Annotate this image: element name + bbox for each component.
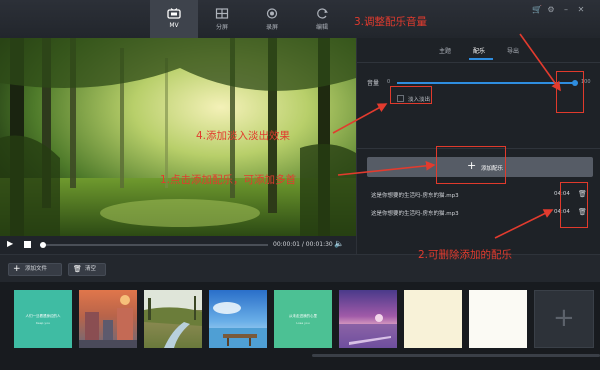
progress-handle[interactable] <box>40 242 46 248</box>
media-strip: 人们一旦看透身边的人 Keep you 从未走进我的心里 Lose you + <box>0 282 600 370</box>
title-bar: MV 分屏 录屏 编辑 🛒 ⚙ – ✕ <box>0 0 600 38</box>
tab-split-screen-label: 分屏 <box>215 24 228 31</box>
media-thumbnail[interactable] <box>339 290 397 348</box>
river-photo <box>144 290 202 348</box>
volume-label: 音量 <box>367 80 380 87</box>
tab-mv-label: MV <box>169 22 179 29</box>
volume-min: 0 <box>387 79 391 85</box>
track-name: 这是你想要的生活吗-房东的猫.mp3 <box>371 211 459 217</box>
time-readout: 00:00:01 / 00:01:30 <box>273 241 333 248</box>
add-media-tile[interactable]: + <box>534 290 594 348</box>
settings-icon[interactable]: ⚙ <box>546 5 556 14</box>
plus-icon: + <box>13 264 21 274</box>
annotation-add-music: 1.点击添加配乐，可添加多首 <box>160 174 297 186</box>
add-file-label: 添加文件 <box>25 266 48 272</box>
video-preview[interactable] <box>0 38 356 236</box>
tab-mv[interactable]: MV <box>150 0 198 38</box>
clear-button[interactable]: 🗑 清空 <box>68 263 106 276</box>
media-thumbnail[interactable] <box>209 290 267 348</box>
tab-export[interactable]: 导出 <box>507 46 519 55</box>
annotation-delete: 2.可删除添加的配乐 <box>418 249 513 261</box>
tab-edit-label: 编辑 <box>315 24 328 31</box>
tab-edit[interactable]: 编辑 <box>298 0 346 38</box>
annotation-volume: 3.调整配乐音量 <box>354 16 428 28</box>
progress-track[interactable] <box>40 242 268 248</box>
tab-record-screen[interactable]: 录屏 <box>248 0 296 38</box>
track-name: 这是你想要的生活吗-房东的猫.mp3 <box>371 193 459 199</box>
thumbnail-caption: 从未走进我的心里 <box>289 314 317 318</box>
purple-sunset-photo <box>339 314 397 348</box>
tab-theme[interactable]: 主题 <box>439 46 451 55</box>
tab-music[interactable]: 配乐 <box>473 46 485 55</box>
plus-icon: + <box>553 303 575 333</box>
media-thumbnail[interactable]: 从未走进我的心里 Lose you <box>274 290 332 348</box>
media-thumbnail[interactable]: 人们一旦看透身边的人 Keep you <box>14 290 72 348</box>
annotation-fade: 4.添加淡入淡出效果 <box>196 130 291 142</box>
volume-icon[interactable]: 🔈 <box>334 239 344 248</box>
play-icon[interactable]: ▶ <box>7 239 13 248</box>
add-file-button[interactable]: + 添加文件 <box>8 263 62 276</box>
minimize-icon[interactable]: – <box>561 5 571 14</box>
pier-photo <box>209 302 267 348</box>
media-thumbnail[interactable] <box>144 290 202 348</box>
strip-scrollbar[interactable] <box>312 354 600 357</box>
tab-divider <box>357 62 600 63</box>
trash-icon: 🗑 <box>73 265 82 273</box>
close-icon[interactable]: ✕ <box>576 5 586 14</box>
cart-icon[interactable]: 🛒 <box>532 5 542 14</box>
volume-slider-track[interactable] <box>397 82 575 84</box>
town-illustration <box>79 295 137 348</box>
player-controls: ▶ 00:00:01 / 00:01:30 🔈 <box>0 236 356 254</box>
split-screen-icon <box>215 8 229 19</box>
tab-record-screen-label: 录屏 <box>265 24 278 31</box>
stop-icon[interactable] <box>24 241 31 248</box>
refresh-edit-icon <box>317 8 328 19</box>
active-tab-underline <box>469 58 493 60</box>
thumbnail-subcaption: Keep you <box>36 321 50 325</box>
record-icon <box>266 8 278 19</box>
thumbnail-subcaption: Lose you <box>296 321 310 325</box>
highlight-fade <box>390 86 432 104</box>
clear-label: 清空 <box>85 266 97 272</box>
tv-icon <box>167 8 181 19</box>
highlight-add-music <box>436 146 506 184</box>
forest-video-frame <box>0 38 356 236</box>
tab-split-screen[interactable]: 分屏 <box>198 0 246 38</box>
media-thumbnail[interactable] <box>79 290 137 348</box>
media-thumbnail[interactable] <box>404 290 462 348</box>
thumbnail-caption: 人们一旦看透身边的人 <box>25 314 61 318</box>
media-thumbnail[interactable] <box>469 290 527 348</box>
highlight-volume <box>556 71 584 113</box>
highlight-delete <box>560 182 588 228</box>
